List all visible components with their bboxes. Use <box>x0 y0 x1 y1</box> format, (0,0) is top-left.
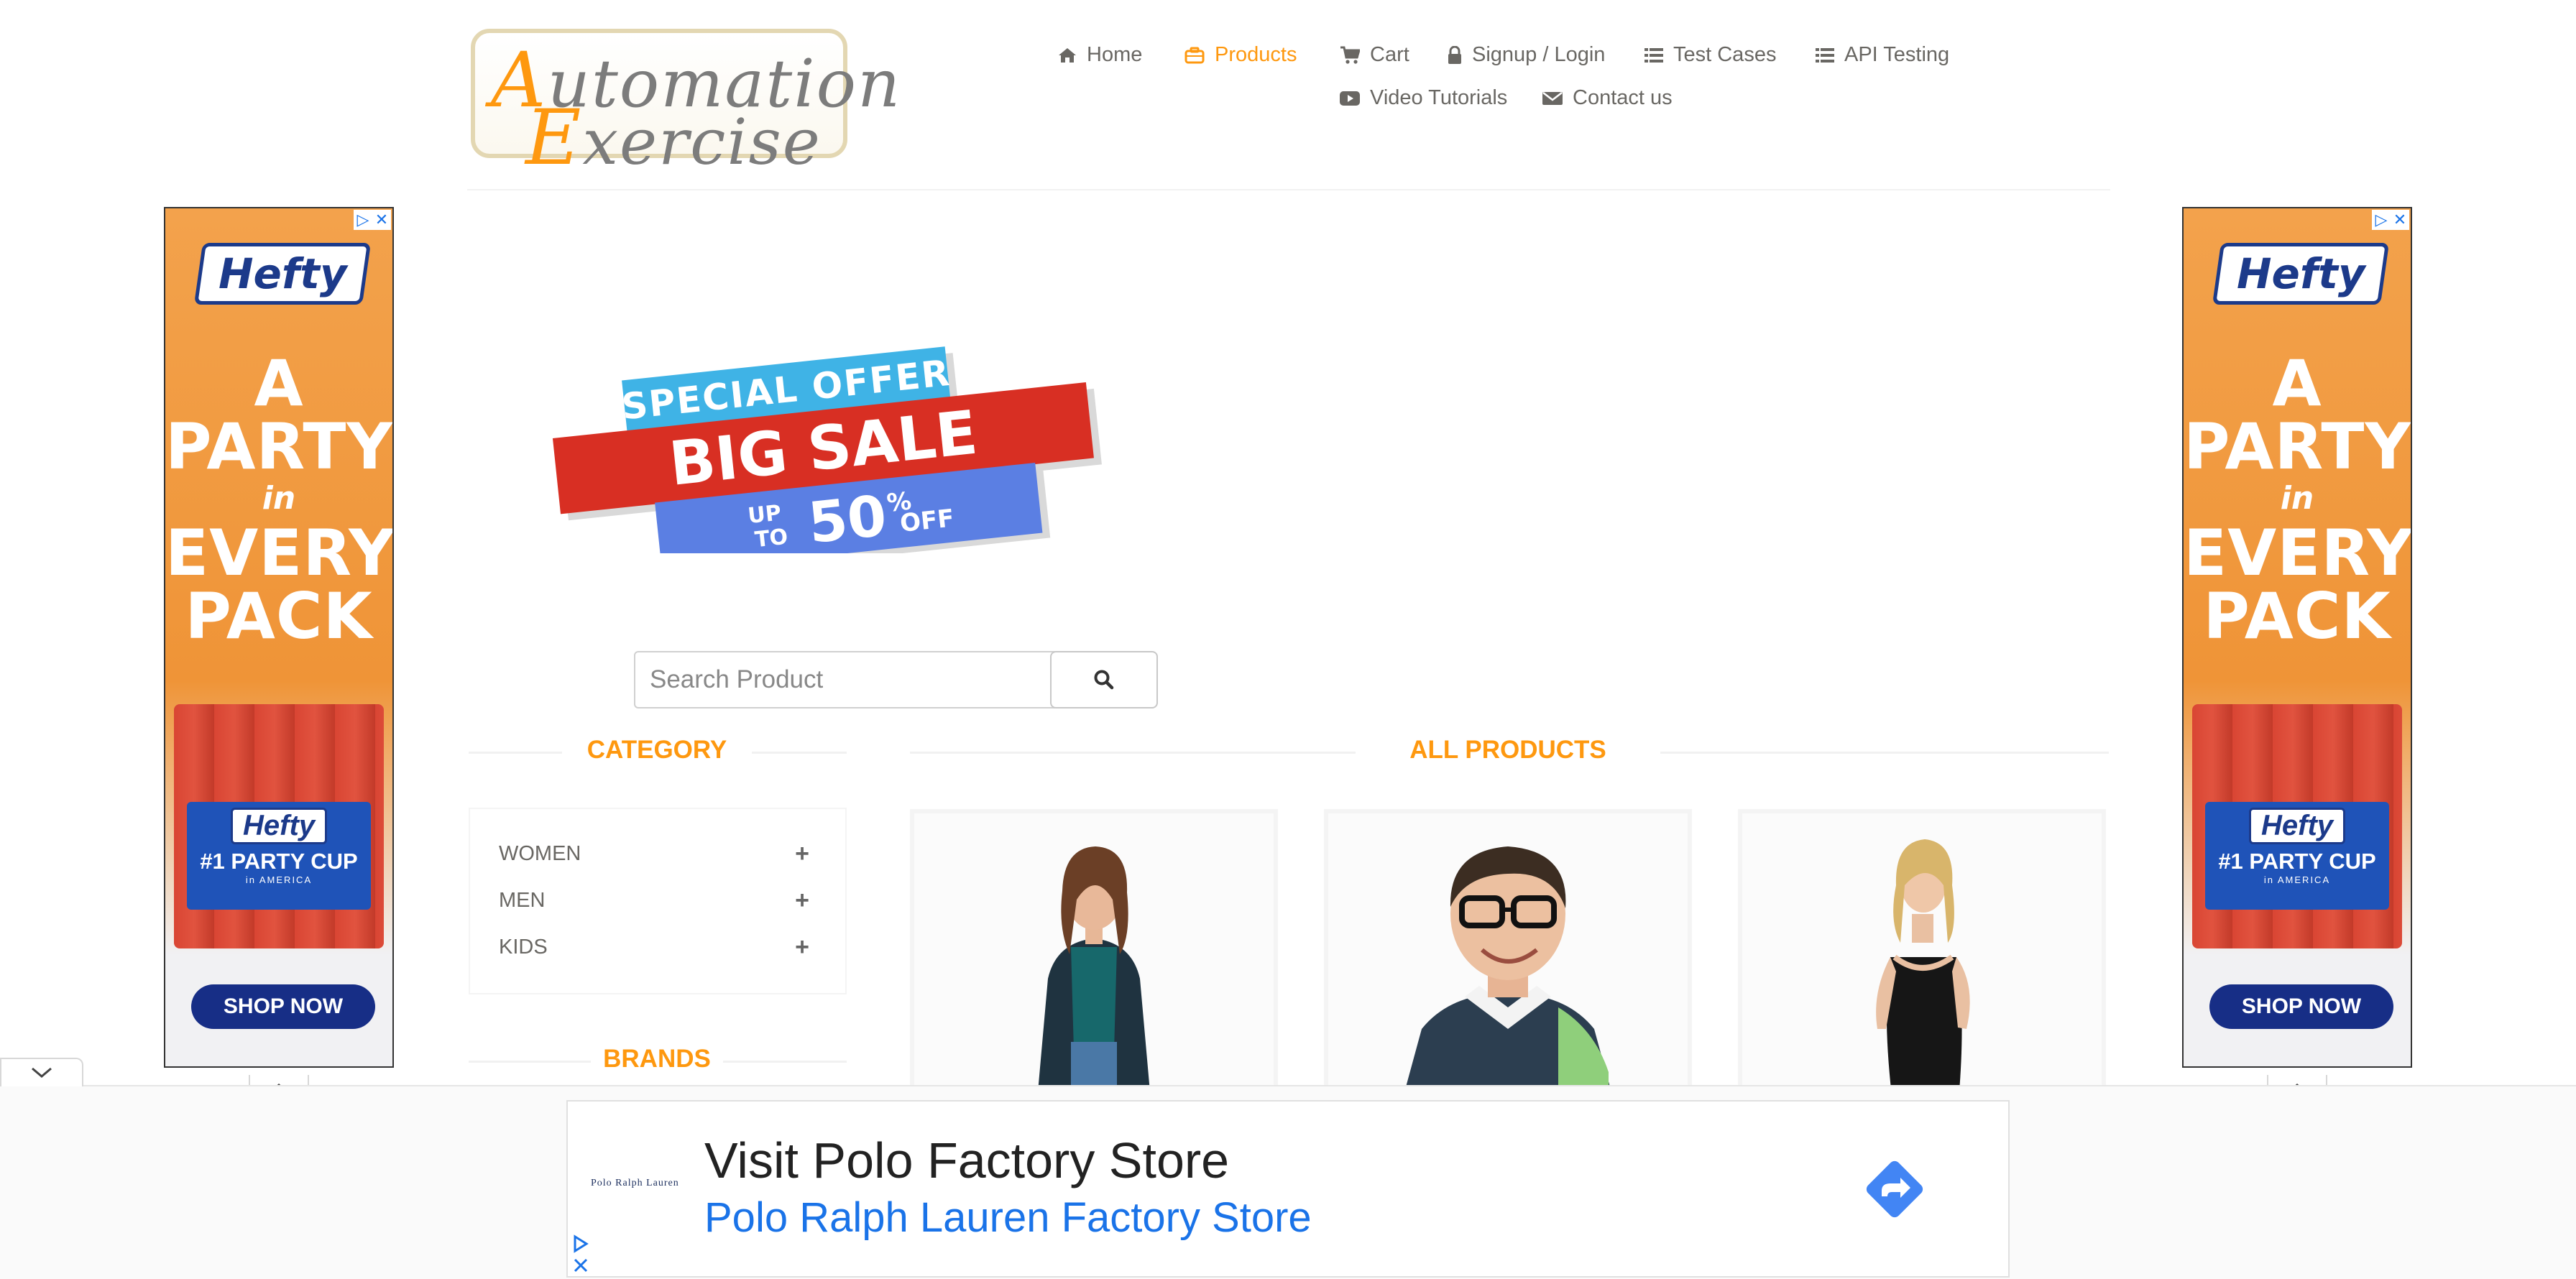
cart-icon <box>1340 46 1360 64</box>
ad-visit-arrow-icon[interactable] <box>1857 1152 1932 1227</box>
ad-headline: A PARTY in EVERY PACK <box>165 346 394 653</box>
search-button[interactable] <box>1050 651 1158 708</box>
product-image <box>914 813 1274 1107</box>
site-logo[interactable]: Automation Exercise <box>471 29 900 182</box>
nav-api-testing[interactable]: API Testing <box>1816 43 1949 67</box>
product-card[interactable] <box>1738 809 2106 1111</box>
category-women[interactable]: WOMEN + <box>499 839 809 868</box>
bottom-ad-collapse-tab[interactable] <box>0 1058 83 1086</box>
home-icon <box>1059 47 1076 63</box>
svg-text:TO: TO <box>754 525 789 553</box>
nav-contact-us[interactable]: Contact us <box>1542 86 1673 110</box>
nav-test-cases[interactable]: Test Cases <box>1644 43 1776 67</box>
ad-brand-logo: Hefty <box>193 243 372 305</box>
nav-products[interactable]: Products <box>1184 43 1297 67</box>
product-card[interactable] <box>1324 809 1692 1111</box>
logo-line-2: Exercise <box>525 93 822 182</box>
ad-close-icon[interactable]: ✕ <box>2391 210 2409 230</box>
ad-brand-logo: Hefty <box>2212 243 2390 305</box>
product-image <box>1742 813 2102 1107</box>
ad-product-image: Hefty #1 PARTY CUP in AMERICA <box>174 704 384 948</box>
brands-title-rule-right <box>723 1061 847 1063</box>
svg-text:50: 50 <box>805 484 889 553</box>
right-side-ad[interactable]: ▷ ✕ Hefty A PARTY in EVERY PACK Hefty #1… <box>2182 207 2412 1068</box>
bottom-ad[interactable]: Polo Ralph Lauren Visit Polo Factory Sto… <box>566 1100 2010 1278</box>
product-image <box>1328 813 1688 1107</box>
plus-icon[interactable]: + <box>795 887 809 915</box>
nav-signup-login[interactable]: Signup / Login <box>1448 43 1605 67</box>
product-card[interactable] <box>910 809 1278 1111</box>
nav-video-tutorials[interactable]: Video Tutorials <box>1340 86 1507 110</box>
ad-product-image: Hefty #1 PARTY CUP in AMERICA <box>2192 704 2402 948</box>
ad-close-icon[interactable]: ✕ <box>372 210 391 230</box>
category-panel: WOMEN + MEN + KIDS + <box>469 808 847 994</box>
list-icon <box>1644 47 1663 63</box>
brands-title-rule-left <box>469 1061 591 1063</box>
nav-cart[interactable]: Cart <box>1340 43 1409 67</box>
products-title-rule-left <box>910 752 1356 754</box>
ad-headline: A PARTY in EVERY PACK <box>2184 346 2412 653</box>
list-icon <box>1816 47 1834 63</box>
svg-text:OFF: OFF <box>898 504 955 538</box>
ad-headline[interactable]: Visit Polo Factory Store <box>704 1132 1229 1189</box>
search-icon <box>1094 670 1114 690</box>
category-men[interactable]: MEN + <box>499 886 809 915</box>
lock-icon <box>1448 45 1461 64</box>
ad-choices[interactable]: ▷ ✕ <box>354 210 391 230</box>
youtube-icon <box>1340 91 1360 106</box>
header-divider <box>467 189 2110 190</box>
envelope-icon <box>1542 91 1563 105</box>
products-title: ALL PRODUCTS <box>1409 736 1606 764</box>
left-side-ad[interactable]: ▷ ✕ Hefty A PARTY in EVERY PACK Hefty #1… <box>164 207 394 1068</box>
category-title-rule-left <box>469 752 562 754</box>
ad-choices[interactable]: ▷ ✕ <box>2372 210 2409 230</box>
category-kids[interactable]: KIDS + <box>499 933 809 961</box>
nav-home[interactable]: Home <box>1058 43 1142 67</box>
ad-subheadline[interactable]: Polo Ralph Lauren Factory Store <box>704 1193 1312 1242</box>
ad-info-icon[interactable]: ▷ <box>2372 210 2391 230</box>
ad-info-icon[interactable]: ▷ <box>354 210 372 230</box>
plus-icon[interactable]: + <box>795 933 809 961</box>
brands-title: BRANDS <box>603 1045 711 1073</box>
products-icon <box>1184 47 1205 63</box>
category-title-rule-right <box>752 752 847 754</box>
sale-banner: SPECIAL OFFER BIG SALE UP TO 50 % OFF <box>552 346 1102 553</box>
ad-shop-now-button[interactable]: SHOP NOW <box>191 984 375 1029</box>
ad-product-label: Hefty #1 PARTY CUP in AMERICA <box>2205 802 2389 910</box>
category-title: CATEGORY <box>586 736 727 764</box>
ad-advertiser-logo: Polo Ralph Lauren <box>591 1178 679 1188</box>
products-title-rule-right <box>1660 752 2109 754</box>
ad-choices-icon[interactable] <box>571 1234 591 1275</box>
chevron-down-icon <box>32 1067 52 1078</box>
search-input[interactable] <box>634 651 1055 708</box>
ad-shop-now-button[interactable]: SHOP NOW <box>2209 984 2393 1029</box>
plus-icon[interactable]: + <box>795 840 809 868</box>
ad-product-label: Hefty #1 PARTY CUP in AMERICA <box>187 802 371 910</box>
